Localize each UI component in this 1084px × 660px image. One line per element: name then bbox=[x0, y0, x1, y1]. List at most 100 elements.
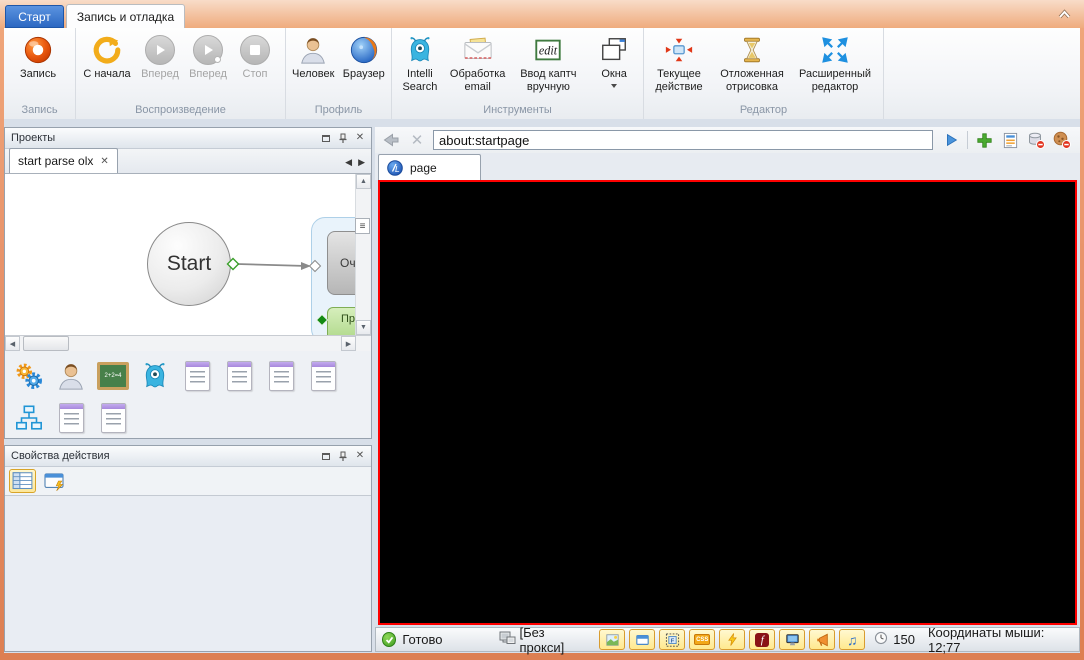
deferred-rendering-button-label: Отложенная отрисовка bbox=[720, 68, 784, 93]
app-tab-start[interactable]: Старт bbox=[5, 5, 64, 28]
page-tab[interactable]: L page bbox=[378, 154, 481, 180]
deferred-rendering-button[interactable]: Отложенная отрисовка bbox=[712, 30, 792, 103]
scroll-up-button[interactable]: ▲ bbox=[356, 174, 371, 189]
stop-load-button[interactable]: ✕ bbox=[407, 130, 427, 150]
record-icon bbox=[22, 34, 54, 66]
script-toggle-button[interactable] bbox=[719, 629, 746, 650]
window-lightning-icon bbox=[43, 473, 64, 491]
flash-toggle-button[interactable]: f bbox=[749, 629, 776, 650]
document-action-icon[interactable] bbox=[55, 402, 87, 434]
window-code-button[interactable] bbox=[40, 469, 67, 493]
email-processing-button-label: Обработка email bbox=[449, 68, 506, 93]
pin-panel-button[interactable] bbox=[336, 450, 350, 463]
document-action-icon[interactable] bbox=[307, 360, 339, 392]
status-bar: Готово [Без прокси] F CSS f ♫ 150 Коорди… bbox=[375, 625, 1080, 655]
gears-action-icon[interactable] bbox=[13, 360, 45, 392]
announce-toggle-button[interactable] bbox=[809, 629, 836, 650]
current-action-button[interactable]: Текущее действие bbox=[646, 30, 712, 103]
flow-start-node[interactable]: Start bbox=[147, 222, 231, 306]
human-profile-button[interactable]: Человек bbox=[288, 30, 339, 103]
human-profile-button-label: Человек bbox=[292, 68, 335, 80]
form-fill-button[interactable] bbox=[1000, 130, 1020, 150]
cookie-remove-icon bbox=[1053, 131, 1071, 149]
manual-captcha-button[interactable]: edit Ввод каптч вручную bbox=[510, 30, 588, 103]
lightning-icon bbox=[727, 633, 737, 646]
add-tab-button[interactable] bbox=[974, 130, 994, 150]
status-ok-icon bbox=[382, 632, 397, 647]
alien-action-icon[interactable] bbox=[139, 360, 171, 392]
scroll-left-button[interactable]: ◀ bbox=[5, 336, 20, 351]
person-action-icon[interactable] bbox=[55, 360, 87, 392]
canvas-overview-button[interactable]: ≡ bbox=[355, 218, 370, 234]
x-icon: ✕ bbox=[410, 132, 424, 149]
tab-scroll-left-icon[interactable]: ◀ bbox=[345, 157, 352, 168]
clear-cache-button[interactable] bbox=[1026, 130, 1046, 150]
math-board-action-icon[interactable]: 2+2=4 bbox=[97, 360, 129, 392]
timer-value: 150 bbox=[893, 632, 915, 647]
scroll-right-button[interactable]: ▶ bbox=[341, 336, 356, 351]
app-tab-record-debug[interactable]: Запись и отладка bbox=[66, 4, 185, 28]
project-tab[interactable]: start parse olx ✕ bbox=[9, 148, 118, 173]
ribbon-group-tools: Intelli Search Обработка email edit Ввод… bbox=[392, 28, 644, 119]
current-action-button-label: Текущее действие bbox=[655, 68, 703, 93]
chevron-up-icon bbox=[1058, 6, 1071, 24]
close-tab-icon[interactable]: ✕ bbox=[100, 156, 108, 167]
clear-cookies-button[interactable] bbox=[1052, 130, 1072, 150]
advanced-editor-button[interactable]: Расширенный редактор bbox=[792, 30, 878, 103]
vertical-scrollbar[interactable]: ▲ ▼ bbox=[355, 174, 371, 335]
email-processing-button[interactable]: Обработка email bbox=[446, 30, 510, 103]
document-action-icon[interactable] bbox=[97, 402, 129, 434]
form-icon bbox=[1003, 132, 1017, 148]
stop-button[interactable]: Стоп bbox=[232, 30, 278, 103]
maximize-panel-button[interactable] bbox=[319, 132, 333, 145]
restart-button[interactable]: С начала bbox=[78, 30, 136, 103]
restart-button-label: С начала bbox=[83, 68, 131, 80]
close-panel-button[interactable]: ✕ bbox=[353, 132, 367, 145]
tab-scroll-right-icon[interactable]: ▶ bbox=[358, 157, 365, 168]
forward-step-button[interactable]: Вперед bbox=[184, 30, 232, 103]
close-icon: ✕ bbox=[355, 450, 365, 461]
expand-arrows-icon bbox=[819, 34, 851, 66]
page-tab-label: page bbox=[410, 160, 437, 175]
svg-text:edit: edit bbox=[539, 44, 558, 58]
properties-toolbar bbox=[5, 467, 371, 496]
property-grid-button[interactable] bbox=[9, 469, 36, 493]
group-label-profile: Профиль bbox=[314, 104, 363, 116]
css-toggle-button[interactable]: CSS bbox=[689, 629, 716, 650]
document-action-icon[interactable] bbox=[181, 360, 213, 392]
maximize-icon bbox=[322, 134, 330, 142]
document-action-icon[interactable] bbox=[223, 360, 255, 392]
collapse-ribbon-button[interactable] bbox=[1056, 8, 1072, 21]
render-toggle-button[interactable] bbox=[779, 629, 806, 650]
captcha-edit-icon: edit bbox=[532, 34, 564, 66]
close-panel-button[interactable]: ✕ bbox=[353, 450, 367, 463]
properties-content bbox=[5, 496, 371, 651]
url-input[interactable] bbox=[433, 130, 933, 150]
windows-menu-button[interactable]: Окна bbox=[587, 30, 641, 103]
hierarchy-action-icon[interactable] bbox=[13, 402, 45, 434]
go-button[interactable] bbox=[941, 130, 961, 150]
window-toggle-button[interactable] bbox=[629, 629, 656, 650]
forward-button[interactable]: Вперед bbox=[136, 30, 184, 103]
intelli-search-button[interactable]: Intelli Search bbox=[394, 30, 446, 103]
database-remove-icon bbox=[1029, 132, 1045, 149]
stop-icon bbox=[239, 34, 271, 66]
browser-profile-button[interactable]: Браузер bbox=[339, 30, 390, 103]
sound-toggle-button[interactable]: ♫ bbox=[839, 629, 866, 650]
frame-icon: F bbox=[665, 632, 679, 647]
browser-viewport[interactable] bbox=[378, 180, 1077, 625]
back-button[interactable] bbox=[381, 130, 401, 150]
scroll-down-button[interactable]: ▼ bbox=[356, 320, 371, 335]
horizontal-scrollbar[interactable]: ◀ ▶ bbox=[5, 335, 371, 351]
ribbon: Запись Запись С начала Вперед Вперед Сто… bbox=[4, 28, 1080, 120]
flowchart-canvas[interactable]: Start Оч Пр ▲ ▼ ≡ bbox=[5, 174, 371, 335]
scrollbar-thumb[interactable] bbox=[23, 336, 69, 351]
document-action-icon[interactable] bbox=[265, 360, 297, 392]
images-toggle-button[interactable] bbox=[599, 629, 626, 650]
ribbon-group-record: Запись Запись bbox=[4, 28, 76, 119]
restart-icon bbox=[91, 34, 123, 66]
record-button[interactable]: Запись bbox=[6, 30, 70, 103]
maximize-panel-button[interactable] bbox=[319, 450, 333, 463]
frames-toggle-button[interactable]: F bbox=[659, 629, 686, 650]
pin-panel-button[interactable] bbox=[336, 132, 350, 145]
